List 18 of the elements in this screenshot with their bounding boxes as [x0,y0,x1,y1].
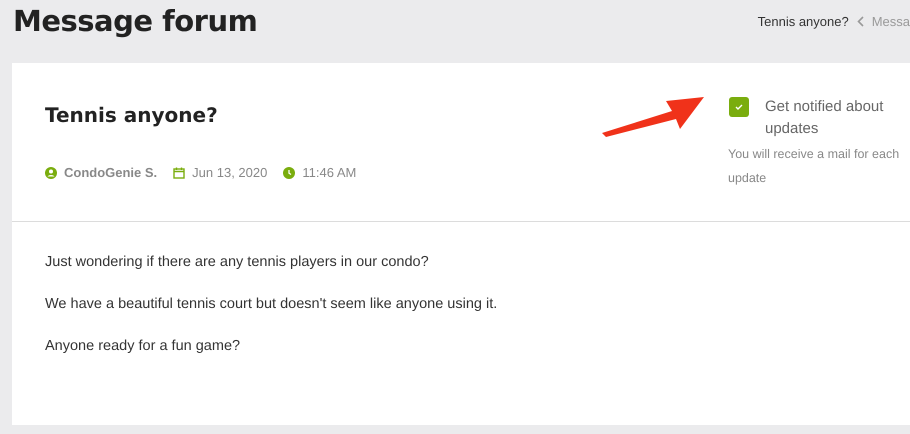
post-paragraph: Anyone ready for a fun game? [45,337,242,356]
chevron-icon [856,16,864,26]
notify-checkbox[interactable] [729,97,749,117]
post-title: Tennis anyone? [45,103,219,127]
breadcrumb-link[interactable]: Tennis anyone? [758,14,849,28]
post-time: 11:46 AM [302,165,356,180]
post-paragraph: Just wondering if there are any tennis players in our condo? [45,253,430,272]
post-paragraph: We have a beautiful tennis court but doesn't seem like anyone using it. [45,295,498,314]
page-title: Message forum [13,4,258,38]
calendar-icon [173,166,186,178]
arrow-icon [600,95,706,137]
clock-icon [283,166,296,178]
notify-label: Get notified about updates [765,97,884,139]
user-icon [45,166,57,178]
check-icon [735,104,743,110]
notify-hint: You will receive a mail for each update [728,146,900,187]
post-date: Jun 13, 2020 [192,165,268,180]
author-name: CondoGenie S. [64,165,158,180]
